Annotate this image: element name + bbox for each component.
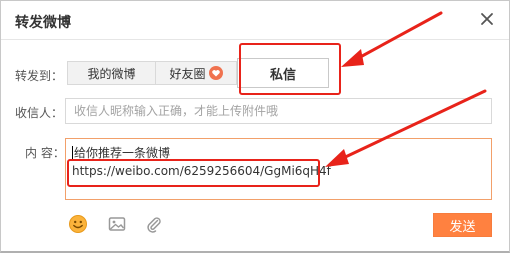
text-caret xyxy=(72,146,73,159)
tab-friends-circle[interactable]: 好友圈 xyxy=(156,61,237,85)
attachment-icon[interactable] xyxy=(144,214,164,234)
forward-to-label: 转发到： xyxy=(15,69,64,83)
tab-friends-circle-label: 好友圈 xyxy=(169,66,206,81)
content-line-1-text: 给你推荐一条微博 xyxy=(74,146,171,160)
recipient-label: 收信人： xyxy=(15,106,64,120)
dialog-header: 转发微博 xyxy=(1,1,509,40)
send-button[interactable]: 发送 xyxy=(433,213,492,237)
content-label: 内 容： xyxy=(25,146,65,160)
send-button-label: 发送 xyxy=(449,219,476,235)
annotation-highlight-private-message xyxy=(239,43,341,95)
annotation-highlight-link xyxy=(67,159,320,187)
close-icon[interactable] xyxy=(479,11,495,27)
annotation-arrowhead-1 xyxy=(341,49,364,67)
recipient-input[interactable] xyxy=(65,98,492,124)
tab-my-weibo-label: 我的微博 xyxy=(87,66,136,81)
tab-my-weibo[interactable]: 我的微博 xyxy=(67,61,156,85)
heart-icon xyxy=(208,66,223,80)
forward-dialog: 转发微博 转发到： 我的微博 好友圈 私信 收信人： 内 容： 给你推 xyxy=(0,0,510,253)
emoji-icon[interactable] xyxy=(68,214,88,234)
image-icon[interactable] xyxy=(107,214,127,234)
dialog-title: 转发微博 xyxy=(15,15,71,31)
